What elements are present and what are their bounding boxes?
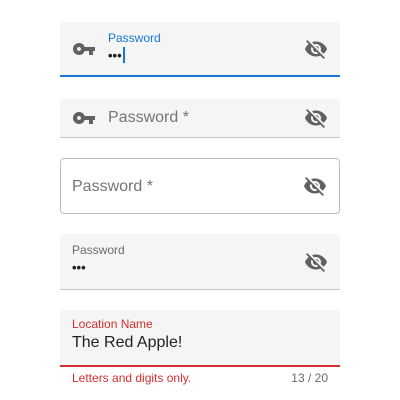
password-field-focused[interactable]: Password •••	[60, 22, 340, 77]
password-value: •••	[72, 260, 86, 275]
password-field-empty[interactable]: Password *	[60, 99, 340, 138]
key-icon	[72, 37, 96, 61]
field-label: Password	[72, 243, 125, 257]
character-counter: 13 / 20	[291, 371, 328, 385]
field-label: Location Name	[72, 317, 153, 331]
eye-off-icon[interactable]	[304, 250, 328, 274]
location-name-value: The Red Apple!	[72, 334, 183, 351]
text-caret	[123, 47, 125, 63]
field-label: Password *	[108, 109, 189, 126]
password-value: •••	[108, 48, 122, 63]
eye-off-icon[interactable]	[304, 106, 328, 130]
eye-off-icon[interactable]	[303, 174, 327, 198]
text-field-gallery: Password ••• Password * Password * Passw…	[0, 0, 400, 400]
key-icon	[72, 106, 96, 130]
password-field-filled[interactable]: Password •••	[60, 234, 340, 290]
field-label: Password *	[72, 178, 153, 195]
eye-off-icon[interactable]	[304, 37, 328, 61]
field-label: Password	[108, 31, 161, 45]
helper-text: Letters and digits only.	[72, 371, 192, 385]
password-field-outlined[interactable]: Password *	[60, 158, 340, 214]
location-name-field[interactable]: Location Name The Red Apple!	[60, 310, 340, 367]
